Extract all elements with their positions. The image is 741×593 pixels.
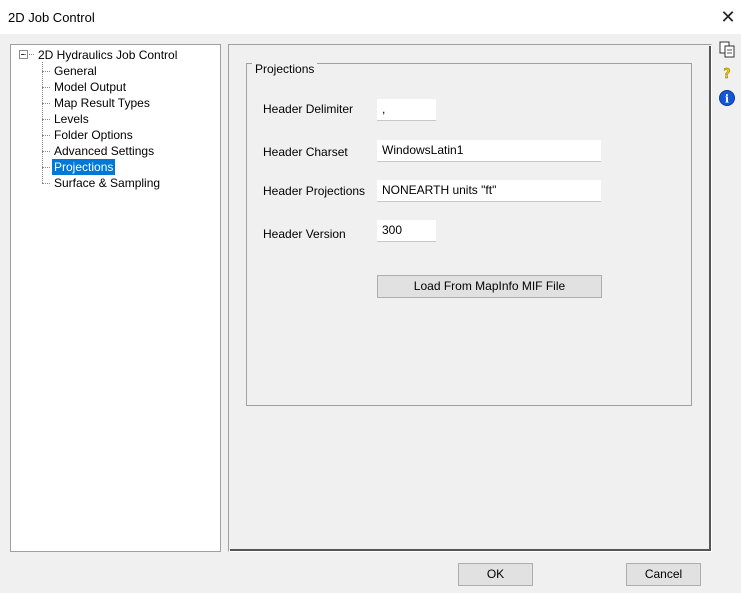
svg-text:?: ? bbox=[723, 67, 731, 82]
close-icon[interactable]: ✕ bbox=[714, 6, 741, 28]
tree-connector bbox=[24, 54, 34, 55]
tree-item-levels[interactable]: Levels bbox=[42, 111, 91, 127]
copy-icon[interactable] bbox=[718, 40, 736, 58]
header-delimiter-field[interactable]: , bbox=[377, 99, 436, 121]
header-projections-field[interactable]: NONEARTH units "ft" bbox=[377, 180, 601, 202]
groupbox-title: Projections bbox=[252, 62, 318, 76]
header-delimiter-label: Header Delimiter bbox=[263, 102, 354, 116]
tree-item-advanced-settings[interactable]: Advanced Settings bbox=[41, 143, 156, 159]
header-version-field[interactable]: 300 bbox=[377, 220, 436, 242]
help-icon[interactable]: ? bbox=[718, 64, 736, 82]
tree-item-folder-options[interactable]: Folder Options bbox=[42, 127, 135, 143]
tree-connector bbox=[42, 62, 43, 183]
tree-item-general[interactable]: General bbox=[42, 63, 99, 79]
tree-item-model-output[interactable]: Model Output bbox=[41, 79, 128, 95]
tree-item-surface-sampling[interactable]: Surface & Sampling bbox=[41, 175, 162, 191]
header-projections-label: Header Projections bbox=[263, 184, 366, 198]
load-mif-button[interactable]: Load From MapInfo MIF File bbox=[377, 275, 602, 298]
title-bar: 2D Job Control ✕ bbox=[0, 0, 741, 34]
tree-root-item[interactable]: 2D Hydraulics Job Control bbox=[36, 47, 179, 63]
ok-button[interactable]: OK bbox=[458, 563, 533, 586]
svg-text:i: i bbox=[725, 93, 729, 106]
tree-item-map-result-types[interactable]: Map Result Types bbox=[42, 95, 152, 111]
header-version-label: Header Version bbox=[263, 227, 346, 241]
options-tree: 2D Hydraulics Job Control General Model … bbox=[10, 44, 221, 552]
tree-item-projections[interactable]: Projections bbox=[41, 159, 116, 175]
info-icon[interactable]: i bbox=[718, 89, 736, 107]
window-title: 2D Job Control bbox=[8, 10, 95, 25]
header-charset-label: Header Charset bbox=[263, 145, 348, 159]
header-charset-field[interactable]: WindowsLatin1 bbox=[377, 140, 601, 162]
cancel-button[interactable]: Cancel bbox=[626, 563, 701, 586]
